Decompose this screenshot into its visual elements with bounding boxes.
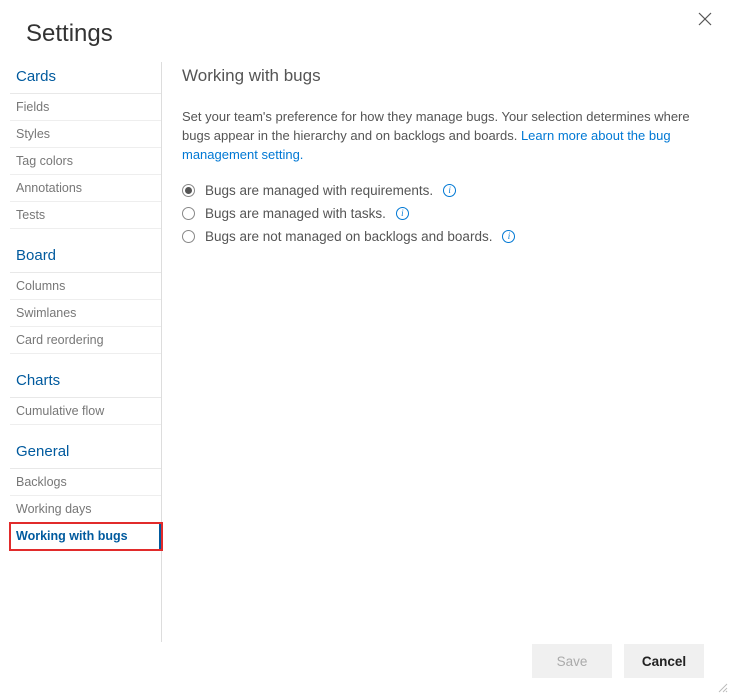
option-label: Bugs are managed with tasks. [205,206,386,221]
info-icon[interactable]: i [443,184,456,197]
info-icon[interactable]: i [396,207,409,220]
close-icon [698,12,712,26]
content-description: Set your team's preference for how they … [182,108,692,165]
sidebar-item-working-days[interactable]: Working days [10,496,161,523]
sidebar-item-card-reordering[interactable]: Card reordering [10,327,161,354]
content-heading: Working with bugs [182,66,702,86]
sidebar-section-board: Board [10,241,161,273]
content-panel: Working with bugs Set your team's prefer… [162,62,730,642]
sidebar-section-cards: Cards [10,62,161,94]
info-icon[interactable]: i [502,230,515,243]
sidebar-item-tag-colors[interactable]: Tag colors [10,148,161,175]
sidebar-section-general: General [10,437,161,469]
bug-option-none[interactable]: Bugs are not managed on backlogs and boa… [182,225,702,248]
cancel-button[interactable]: Cancel [624,644,704,678]
bug-option-tasks[interactable]: Bugs are managed with tasks. i [182,202,702,225]
sidebar-item-cumulative-flow[interactable]: Cumulative flow [10,398,161,425]
sidebar-item-working-with-bugs[interactable]: Working with bugs [10,523,162,550]
radio-icon[interactable] [182,184,195,197]
sidebar-item-backlogs[interactable]: Backlogs [10,469,161,496]
page-title: Settings [0,0,730,62]
sidebar-item-fields[interactable]: Fields [10,94,161,121]
sidebar-item-annotations[interactable]: Annotations [10,175,161,202]
sidebar-item-tests[interactable]: Tests [10,202,161,229]
settings-sidebar: Cards Fields Styles Tag colors Annotatio… [0,62,162,642]
sidebar-item-styles[interactable]: Styles [10,121,161,148]
dialog-footer: Save Cancel [532,644,704,678]
radio-icon[interactable] [182,230,195,243]
save-button[interactable]: Save [532,644,612,678]
option-label: Bugs are not managed on backlogs and boa… [205,229,492,244]
option-label: Bugs are managed with requirements. [205,183,433,198]
sidebar-item-columns[interactable]: Columns [10,273,161,300]
resize-grip-icon[interactable] [716,681,728,696]
radio-icon[interactable] [182,207,195,220]
bug-option-requirements[interactable]: Bugs are managed with requirements. i [182,179,702,202]
close-button[interactable] [698,12,712,26]
sidebar-item-swimlanes[interactable]: Swimlanes [10,300,161,327]
sidebar-section-charts: Charts [10,366,161,398]
